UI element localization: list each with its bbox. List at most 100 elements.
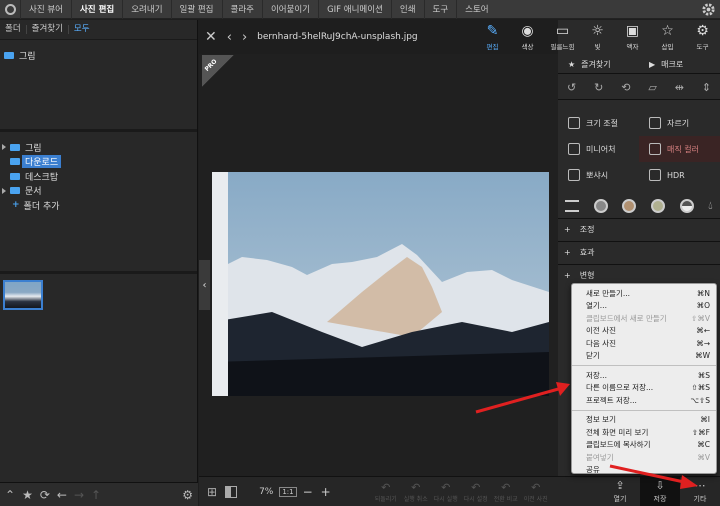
zoom-out-button[interactable]: − — [303, 485, 313, 499]
menu-item[interactable]: 전체 화면 미리 보기 ⇧⌘F — [572, 426, 716, 439]
menu-item[interactable]: 다른 이름으로 저장... ⇧⌘S — [572, 382, 716, 395]
macro-tab[interactable]: ▶ 매크로 — [639, 56, 720, 73]
image-canvas[interactable]: PRO ‹ — [199, 54, 558, 490]
tool-2[interactable]: ▭ 필름느낌 — [545, 20, 580, 54]
file-action-1[interactable]: ⇩ 저장 — [640, 477, 680, 506]
flip-vertical-icon[interactable]: ⇕ — [702, 81, 711, 94]
rotate-auto-icon[interactable]: ⟲ — [621, 81, 630, 94]
browser-tab-1[interactable]: 즐겨찾기 — [27, 25, 69, 34]
menu-item[interactable]: 닫기 ⌘W — [572, 350, 716, 363]
preset-filters-row: 💧︎ — [558, 194, 720, 218]
crop-grid-icon[interactable]: ⊞ — [207, 485, 217, 499]
rotate-left-icon[interactable]: ↺ — [567, 81, 576, 94]
browser-tab-0[interactable]: 폴더 — [0, 25, 27, 34]
tool-4[interactable]: ▣ 액자 — [615, 20, 650, 54]
fx-2[interactable]: 미니어처 — [558, 136, 639, 162]
menu-item-label: 정보 보기 — [586, 415, 616, 425]
tree-item[interactable]: 데스크탑 — [0, 169, 197, 184]
menu-shortcut: ⌘W — [695, 351, 710, 361]
file-action-0[interactable]: ⇪ 열기 — [600, 477, 640, 506]
tree-item[interactable]: 문서 — [0, 184, 197, 199]
tool-3[interactable]: ☼ 빛 — [580, 20, 615, 54]
photo-thumbnail[interactable] — [3, 280, 43, 310]
tree-item[interactable]: 다운로드 — [0, 155, 197, 170]
section-label: 효과 — [579, 248, 595, 257]
tree-item[interactable]: 그림 — [0, 140, 197, 155]
fx-1[interactable]: 자르기 — [639, 110, 720, 136]
tab-6[interactable]: GIF 애니메이션 — [318, 0, 391, 19]
editor-area: ✕ ‹ › bernhard-5helRuJ9chA-unsplash.jpg … — [199, 20, 720, 506]
tab-7[interactable]: 인쇄 — [390, 0, 424, 19]
menu-item[interactable]: 프로젝트 저장... ⌥⇧S — [572, 394, 716, 407]
tool-5[interactable]: ☆ 삽입 — [650, 20, 685, 54]
straighten-icon[interactable]: ▱ — [648, 81, 656, 94]
next-photo-icon[interactable]: › — [242, 30, 247, 45]
menu-item[interactable]: 저장... ⌘S — [572, 369, 716, 382]
forward-icon[interactable]: → — [74, 488, 84, 502]
menu-item[interactable]: 열기... ⌘O — [572, 300, 716, 313]
menu-item[interactable]: 클립보드에 복사하기 ⌘C — [572, 439, 716, 452]
fx-label: HDR — [667, 170, 685, 180]
tab-5[interactable]: 이어붙이기 — [261, 0, 318, 19]
menu-item[interactable]: 공유 — [572, 464, 716, 477]
tab-2[interactable]: 오려내기 — [122, 0, 170, 19]
chevron-up-icon[interactable]: ⌃ — [5, 488, 15, 502]
levels-icon[interactable] — [565, 200, 580, 212]
add-folder-item[interactable]: + 폴더 추가 — [0, 198, 197, 213]
file-action-2[interactable]: ⋯ 기타 — [680, 477, 720, 506]
prev-photo-icon[interactable]: ‹ — [227, 30, 232, 45]
section-1[interactable]: + 효과 — [558, 241, 720, 263]
rotate-right-icon[interactable]: ↻ — [594, 81, 603, 94]
app-logo-icon[interactable] — [0, 0, 20, 19]
fx-0[interactable]: 크기 조절 — [558, 110, 639, 136]
tab-0[interactable]: 사진 뷰어 — [20, 0, 71, 19]
filter-3-icon[interactable] — [651, 199, 666, 213]
tool-1[interactable]: ◉ 색상 — [510, 20, 545, 54]
menu-item[interactable]: 이전 사진 ⌘← — [572, 325, 716, 338]
action-label: 전환 비교 — [493, 495, 518, 503]
expand-arrow-icon[interactable] — [2, 187, 6, 194]
up-icon[interactable]: ↑ — [91, 488, 101, 502]
tab-3[interactable]: 일괄 편집 — [170, 0, 222, 19]
menu-item[interactable]: 새로 만들기... ⌘N — [572, 287, 716, 300]
back-icon[interactable]: ← — [57, 488, 67, 502]
collapse-left-panel-button[interactable]: ‹ — [199, 260, 210, 310]
left-panel: 폴더 즐겨찾기 모두 그림 그림 다운로드 데스크탑 문서 + 폴더 추가 ⌃ ★ ⟳ ← →… — [0, 20, 198, 506]
mode-tabs: 사진 뷰어 사진 편집 오려내기 일괄 편집 콜라주 이어붙이기 GIF 애니메이션 인쇄 도구… — [20, 0, 497, 19]
actual-size-button[interactable]: 1:1 — [279, 486, 297, 497]
expand-arrow-icon[interactable] — [2, 144, 6, 151]
flip-horizontal-icon[interactable]: ⇹ — [675, 81, 684, 94]
menu-item-label: 프로젝트 저장... — [586, 395, 637, 405]
filter-1-icon[interactable] — [593, 199, 608, 213]
favorite-item[interactable]: 그림 — [4, 48, 193, 63]
folder-icon — [10, 187, 20, 195]
drop-icon[interactable]: 💧︎ — [708, 199, 712, 213]
section-0[interactable]: + 조정 — [558, 218, 720, 240]
favorites-tab[interactable]: ★ 즐겨찾기 — [558, 56, 639, 73]
filter-2-icon[interactable] — [622, 199, 637, 213]
tab-8[interactable]: 도구 — [423, 0, 457, 19]
filter-4-icon[interactable] — [679, 199, 694, 213]
gear-icon[interactable]: ⚙ — [182, 488, 193, 502]
tab-1[interactable]: 사진 편집 — [70, 0, 122, 19]
tool-icon: ☼ — [591, 23, 604, 39]
action-icon: ↶ — [471, 480, 481, 494]
fx-5[interactable]: HDR — [639, 162, 720, 188]
menu-item[interactable]: 정보 보기 ⌘I — [572, 414, 716, 427]
close-icon[interactable]: ✕ — [205, 29, 217, 45]
menu-shortcut: ⌘V — [697, 452, 710, 462]
tool-0[interactable]: ✎ 편집 — [475, 20, 510, 54]
zoom-in-button[interactable]: + — [321, 485, 331, 499]
star-icon[interactable]: ★ — [22, 488, 33, 502]
tab-4[interactable]: 콜라주 — [221, 0, 262, 19]
settings-gear-icon[interactable] — [701, 2, 716, 17]
tab-9[interactable]: 스토어 — [456, 0, 496, 19]
compare-icon[interactable] — [225, 485, 238, 498]
browser-tab-2[interactable]: 모두 — [69, 25, 95, 34]
tool-6[interactable]: ⚙ 도구 — [685, 20, 720, 54]
menu-item[interactable]: 다음 사진 ⌘→ — [572, 337, 716, 350]
sync-icon[interactable]: ⟳ — [40, 488, 50, 502]
fx-3[interactable]: 매직 컬러 — [639, 136, 720, 162]
fx-4[interactable]: 뽀샤시 — [558, 162, 639, 188]
